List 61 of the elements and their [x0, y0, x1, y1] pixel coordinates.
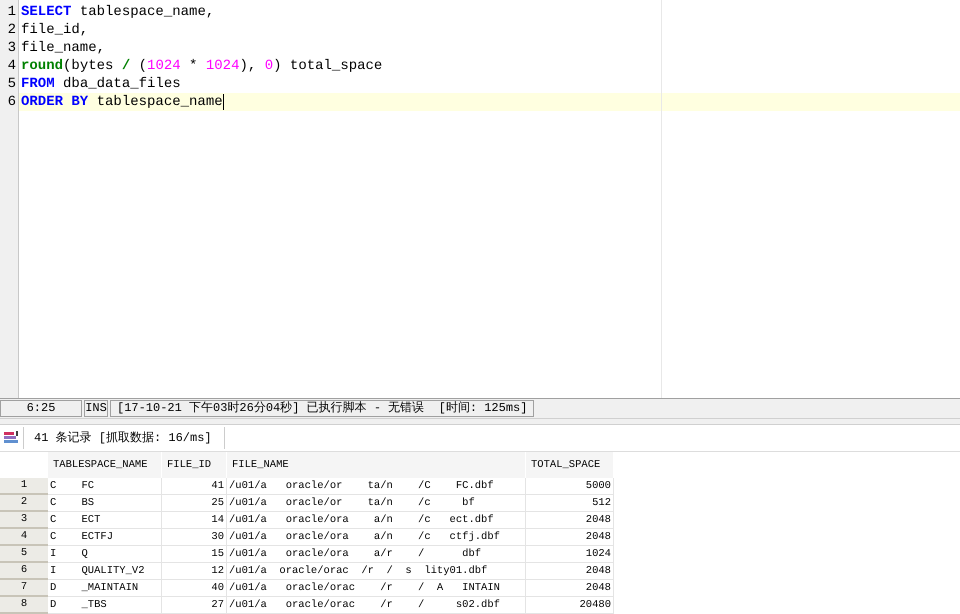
row-number[interactable]: 3	[0, 512, 48, 529]
table-cell: 5000	[526, 478, 614, 495]
column-header[interactable]: FILE_NAME	[227, 452, 526, 478]
line-number: 5	[6, 75, 17, 93]
table-cell: C FC	[48, 478, 162, 495]
insert-mode: INS	[84, 400, 108, 418]
code-line: file_name,	[20, 39, 106, 57]
code-line: SELECT tablespace_name,	[20, 3, 216, 21]
row-number[interactable]: 5	[0, 546, 48, 563]
cursor-position: 6:25	[0, 400, 82, 418]
table-cell: 12	[162, 563, 227, 580]
table-cell: /u01/a oracle/orac /r / s lity01.dbf	[227, 563, 526, 580]
table-cell: D _TBS	[48, 597, 162, 614]
text-cursor	[222, 94, 224, 110]
row-number[interactable]: 8	[0, 597, 48, 614]
row-number[interactable]: 4	[0, 529, 48, 546]
table-cell: /u01/a oracle/or ta/n /C FC.dbf	[227, 478, 526, 495]
row-number[interactable]: 7	[0, 580, 48, 597]
code-line: file_id,	[20, 21, 90, 39]
table-cell: 40	[162, 580, 227, 597]
table-cell: 512	[526, 495, 614, 512]
line-number: 2	[6, 21, 17, 39]
table-cell: D _MAINTAIN	[48, 580, 162, 597]
row-number[interactable]: 1	[0, 478, 48, 495]
table-cell: I Q	[48, 546, 162, 563]
table-cell: I QUALITY_V2	[48, 563, 162, 580]
table-cell: /u01/a oracle/ora a/n /c ctfj.dbf	[227, 529, 526, 546]
table-cell: /u01/a oracle/ora a/n /c ect.dbf	[227, 512, 526, 529]
table-cell: C ECT	[48, 512, 162, 529]
code-line: FROM dba_data_files	[20, 75, 182, 93]
table-cell: 1024	[526, 546, 614, 563]
column-header[interactable]: TABLESPACE_NAME	[48, 452, 162, 478]
table-cell: 2048	[526, 580, 614, 597]
table-cell: 15	[162, 546, 227, 563]
table-cell: 14	[162, 512, 227, 529]
table-cell: 2048	[526, 563, 614, 580]
table-cell: /u01/a oracle/orac /r / A INTAIN	[227, 580, 526, 597]
column-header[interactable]: TOTAL_SPACE	[526, 452, 614, 478]
table-cell: C BS	[48, 495, 162, 512]
line-number: 3	[6, 39, 17, 57]
line-number: 1	[6, 3, 17, 21]
record-count: 41 条记录 [抓取数据: 16/ms]	[23, 427, 225, 450]
table-cell: 2048	[526, 529, 614, 546]
line-number: 6	[6, 93, 17, 111]
code-line: round(bytes / (1024 * 1024), 0) total_space	[20, 57, 384, 75]
table-cell: 20480	[526, 597, 614, 614]
grid-icon[interactable]	[3, 431, 19, 446]
table-cell: 2048	[526, 512, 614, 529]
table-cell: /u01/a oracle/or ta/n /c bf	[227, 495, 526, 512]
table-cell: C ECTFJ	[48, 529, 162, 546]
table-cell: /u01/a oracle/ora a/r / dbf	[227, 546, 526, 563]
table-cell: /u01/a oracle/orac /r / s02.dbf	[227, 597, 526, 614]
table-cell: 30	[162, 529, 227, 546]
row-number[interactable]: 2	[0, 495, 48, 512]
table-cell: 41	[162, 478, 227, 495]
line-number: 4	[6, 57, 17, 75]
status-message: [17-10-21 下午03时26分04秒] 已执行脚本 - 无错误 [时间: 125ms]	[110, 400, 534, 418]
table-cell: 27	[162, 597, 227, 614]
table-cell: 25	[162, 495, 227, 512]
row-number[interactable]: 6	[0, 563, 48, 580]
column-header[interactable]: FILE_ID	[162, 452, 227, 478]
